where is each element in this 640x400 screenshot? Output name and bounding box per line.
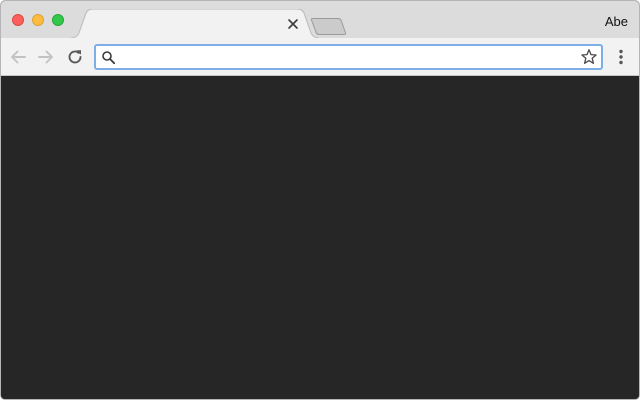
window-close-button[interactable] <box>12 14 24 26</box>
close-x-icon[interactable] <box>284 15 302 33</box>
window-zoom-button[interactable] <box>52 14 64 26</box>
arrow-left-icon[interactable] <box>8 47 28 67</box>
omnibox[interactable] <box>94 44 603 70</box>
search-icon <box>102 51 116 65</box>
star-outline-icon[interactable] <box>580 48 598 66</box>
profile-name[interactable]: Abe <box>605 14 628 30</box>
tab-strip: Abe <box>1 1 639 39</box>
browser-toolbar <box>1 38 639 76</box>
browser-window: Abe <box>0 0 640 400</box>
active-tab[interactable] <box>71 9 319 39</box>
window-minimize-button[interactable] <box>32 14 44 26</box>
page-content[interactable] <box>1 76 639 399</box>
reload-icon[interactable] <box>65 47 85 67</box>
new-tab-icon[interactable] <box>310 17 348 36</box>
address-input[interactable] <box>120 47 575 67</box>
kebab-menu-icon[interactable] <box>611 47 631 67</box>
arrow-right-icon[interactable] <box>36 47 56 67</box>
